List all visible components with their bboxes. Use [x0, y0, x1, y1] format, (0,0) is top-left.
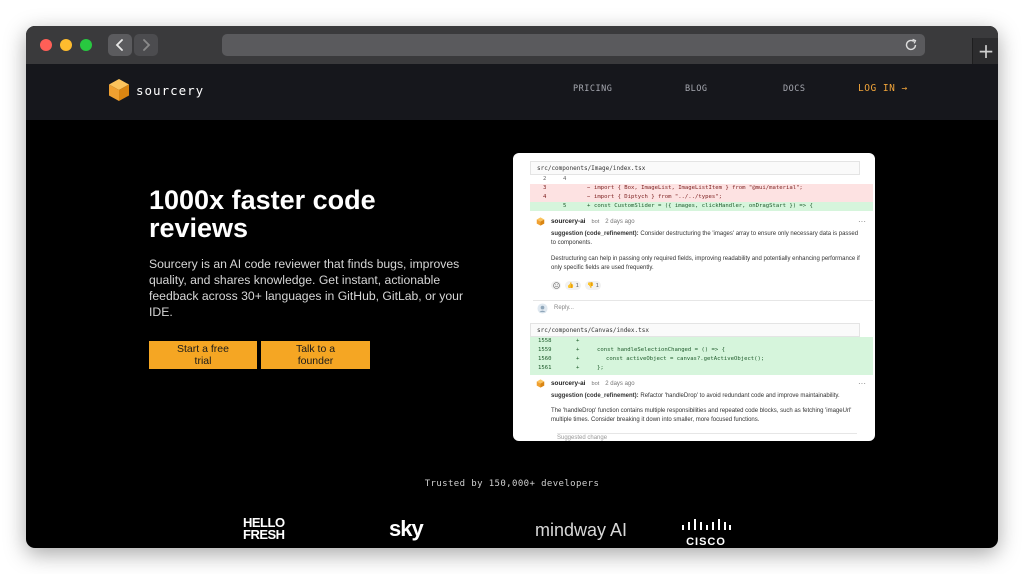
diff-sign: +: [576, 338, 580, 344]
line-number: 1558: [538, 338, 552, 344]
author-name[interactable]: sourcery-ai: [551, 218, 585, 225]
zoom-window-button[interactable]: [80, 39, 92, 51]
diff-code: const CustomSlider = ({ images, clickHan…: [594, 203, 813, 209]
thumbs-down-reaction[interactable]: 👎 1: [585, 281, 601, 290]
diff-code: const handleSelectionChanged = () => {: [597, 347, 725, 353]
close-window-button[interactable]: [40, 39, 52, 51]
diff-code: const activeObject = canvas?.getActiveOb…: [606, 356, 765, 362]
browser-toolbar: [26, 26, 998, 64]
sourcery-logo[interactable]: sourcery: [108, 78, 204, 102]
new-line-number: 5: [563, 203, 567, 209]
suggestion-type: suggestion (code_refinement):: [551, 393, 639, 399]
start-free-trial-button[interactable]: Start a free trial: [149, 341, 257, 369]
sourcery-avatar-icon: [536, 379, 545, 388]
smiley-icon: [552, 282, 560, 289]
hellofresh-logo: HELLO FRESH: [243, 516, 285, 542]
diff-row-added: 1559 + const handleSelectionChanged = ()…: [530, 346, 873, 355]
diff-code: import { Box, ImageList, ImageListItem }…: [594, 185, 803, 191]
cisco-wordmark: CISCO: [686, 536, 726, 548]
hero-title: 1000x faster code reviews: [149, 185, 376, 243]
file-header: src/components/Canvas/index.tsx: [530, 323, 860, 337]
diff-row-added: 1558 +: [530, 337, 873, 346]
diff-code: import { Diptych } from "../../types";: [594, 194, 722, 200]
code-review-preview: src/components/Image/index.tsx 2 4 3 − i…: [513, 153, 875, 441]
line-number: 1561: [538, 365, 552, 371]
diff-code: };: [597, 365, 604, 371]
cisco-bars-icon: [682, 519, 731, 530]
diff-row: 2 4: [530, 175, 873, 184]
sourcery-avatar-icon: [536, 217, 545, 226]
suggested-change-header: Suggested change: [557, 433, 857, 441]
more-options-icon[interactable]: ···: [858, 380, 866, 388]
brand-name: sourcery: [136, 82, 205, 98]
diff-row-added: 1561 + };: [530, 364, 873, 373]
line-number: 1559: [538, 347, 552, 353]
suggestion-text: Refactor 'handleDrop' to avoid redundant…: [638, 393, 840, 399]
comment-author: sourcery-ai bot 2 days ago: [536, 217, 635, 226]
comment-detail: Destructuring can help in passing only r…: [551, 256, 860, 271]
author-name[interactable]: sourcery-ai: [551, 380, 585, 387]
sourcery-logo-icon: [109, 79, 129, 101]
file-path: src/components/Canvas/index.tsx: [537, 326, 649, 334]
diff-sign: +: [576, 347, 580, 353]
browser-window: + sourcery PRICING BLOG DOCS LOG IN → 10…: [26, 26, 998, 548]
comment-summary: suggestion (code_refinement): Consider d…: [551, 230, 861, 248]
new-tab-button[interactable]: +: [972, 38, 998, 64]
comment-author: sourcery-ai bot 2 days ago: [536, 379, 635, 388]
add-reaction-button[interactable]: [551, 281, 561, 290]
sky-logo: sky: [389, 516, 424, 541]
file-path: src/components/Image/index.tsx: [537, 164, 646, 172]
suggestion-type: suggestion (code_refinement):: [551, 231, 639, 237]
reload-icon[interactable]: [903, 37, 919, 53]
reply-input[interactable]: Reply...: [533, 300, 873, 315]
trusted-by-label: Trusted by 150,000+ developers: [424, 479, 600, 489]
hellofresh-line2: FRESH: [243, 527, 285, 542]
diff-sign: +: [587, 203, 591, 209]
mindway-ai-logo: mindway AI: [535, 520, 628, 540]
old-line-number: 3: [543, 185, 547, 191]
comment-detail: The 'handleDrop' function contains multi…: [551, 408, 852, 423]
comment-time: 2 days ago: [605, 218, 635, 225]
diff-row-added: 1560 + const activeObject = canvas?.getA…: [530, 355, 873, 364]
login-link[interactable]: LOG IN →: [858, 83, 908, 94]
talk-to-founder-button[interactable]: Talk to a founder: [261, 341, 370, 369]
hero-description: Sourcery is an AI code reviewer that fin…: [149, 257, 464, 319]
comment-time: 2 days ago: [605, 380, 635, 387]
minimize-window-button[interactable]: [60, 39, 72, 51]
back-button[interactable]: [108, 34, 132, 56]
talk-to-founder-label: Talk to a founder: [295, 343, 336, 367]
diff-sign: +: [576, 356, 580, 362]
diff-sign: −: [587, 194, 591, 200]
chevron-right-icon: [143, 39, 151, 51]
start-free-trial-label: Start a free trial: [177, 343, 229, 367]
address-bar[interactable]: [222, 34, 925, 56]
bot-badge: bot: [591, 218, 600, 225]
nav-link-docs[interactable]: DOCS: [783, 84, 805, 94]
file-header: src/components/Image/index.tsx: [530, 161, 860, 175]
comment-summary: suggestion (code_refinement): Refactor '…: [551, 392, 861, 401]
more-options-icon[interactable]: ···: [858, 218, 866, 226]
diff-row-removed: 4 − import { Diptych } from "../../types…: [530, 193, 873, 202]
thumbs-up-reaction[interactable]: 👍 1: [565, 281, 581, 290]
diff-row-removed: 3 − import { Box, ImageList, ImageListIt…: [530, 184, 873, 193]
nav-link-pricing[interactable]: PRICING: [573, 84, 612, 94]
diff-sign: −: [587, 185, 591, 191]
line-number: 1560: [538, 356, 552, 362]
site-header: sourcery PRICING BLOG DOCS LOG IN →: [26, 64, 998, 120]
new-line-number: 4: [563, 176, 567, 182]
reply-avatar-icon: [537, 302, 548, 314]
cisco-logo: CISCO: [680, 518, 732, 548]
old-line-number: 2: [543, 176, 547, 182]
old-line-number: 4: [543, 194, 547, 200]
diff-row-added: 5 + const CustomSlider = ({ images, clic…: [530, 202, 873, 211]
reply-placeholder: Reply...: [554, 305, 574, 311]
chevron-left-icon: [115, 39, 123, 51]
nav-link-blog[interactable]: BLOG: [685, 84, 707, 94]
diff-sign: +: [576, 365, 580, 371]
bot-badge: bot: [591, 380, 600, 387]
forward-button[interactable]: [134, 34, 158, 56]
